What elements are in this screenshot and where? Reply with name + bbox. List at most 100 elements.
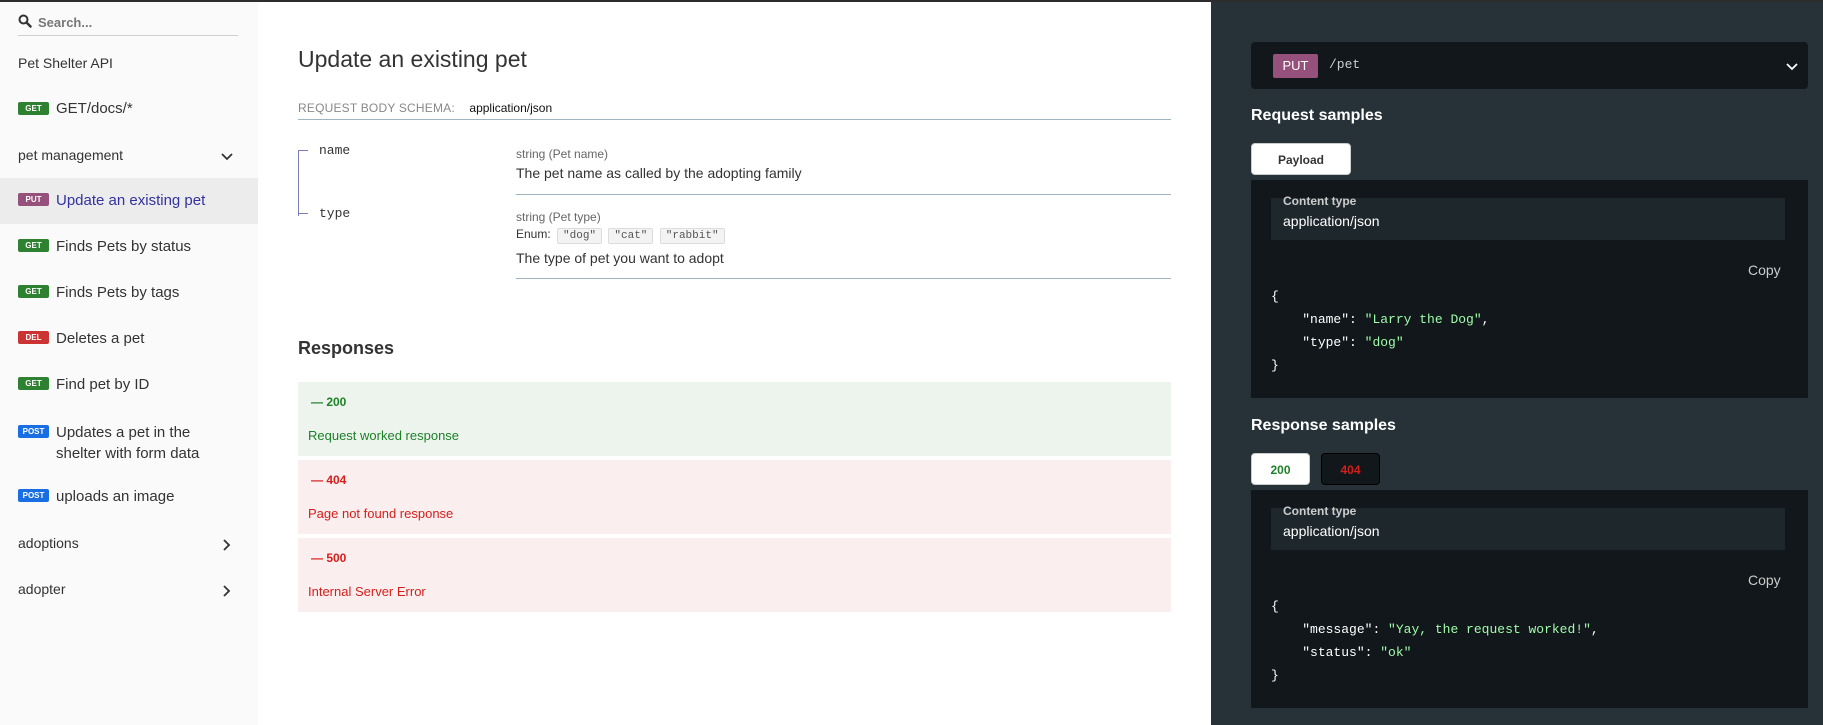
request-sample: Content type application/json Copy { "na… bbox=[1251, 180, 1808, 398]
content-type-label: Content type bbox=[1283, 504, 1357, 518]
get-badge: GET bbox=[18, 239, 49, 252]
property-description: The type of pet you want to adopt bbox=[516, 250, 724, 266]
property-type: string (Pet type) bbox=[516, 210, 601, 224]
sidebar-group-label: pet management bbox=[18, 147, 124, 163]
sidebar-item-label: Updates a pet in the bbox=[56, 424, 191, 441]
response-500[interactable]: — 500 Internal Server Error bbox=[298, 538, 1171, 612]
code-sample: { "name": "Larry the Dog", "type": "dog"… bbox=[1271, 285, 1489, 377]
operation-content: Update an existing pet REQUEST BODY SCHE… bbox=[258, 2, 1211, 725]
sidebar-item-find-by-id[interactable]: GET Find pet by ID bbox=[0, 362, 258, 408]
sidebar-item-delete-pet[interactable]: DEL Deletes a pet bbox=[0, 316, 258, 362]
sidebar-item-label: Find pet by ID bbox=[56, 376, 150, 393]
enum-value: "rabbit" bbox=[659, 228, 725, 244]
response-description: Request worked response bbox=[308, 428, 460, 443]
sidebar-group-pet-management[interactable]: pet management bbox=[0, 136, 258, 176]
json-open-brace: { bbox=[1271, 599, 1279, 614]
sidebar: Pet Shelter API GET GET/docs/* pet manag… bbox=[0, 2, 258, 725]
response-sample: Content type application/json Copy { "me… bbox=[1251, 490, 1808, 708]
response-code: — 404 bbox=[311, 473, 347, 487]
get-badge: GET bbox=[18, 102, 49, 115]
enum-label: Enum: bbox=[516, 227, 551, 241]
tab-200[interactable]: 200 bbox=[1251, 453, 1310, 485]
property-name: name bbox=[319, 143, 351, 158]
request-body-schema-header: REQUEST BODY SCHEMA: application/json bbox=[298, 99, 1171, 120]
sidebar-item-label: GET/docs/* bbox=[56, 100, 133, 117]
json-key: "name" bbox=[1302, 312, 1350, 327]
request-samples-title: Request samples bbox=[1251, 107, 1383, 124]
copy-button[interactable]: Copy bbox=[1748, 572, 1781, 588]
json-string: "Yay, the request worked!" bbox=[1388, 622, 1591, 637]
content-type-box: Content type application/json bbox=[1271, 504, 1785, 550]
property-tree-tick bbox=[298, 213, 308, 214]
enum-value: "cat" bbox=[608, 228, 654, 244]
sidebar-group-adopter[interactable]: adopter bbox=[0, 570, 258, 610]
tab-404[interactable]: 404 bbox=[1321, 453, 1380, 485]
response-200[interactable]: — 200 Request worked response bbox=[298, 382, 1171, 456]
response-code: — 200 bbox=[311, 395, 347, 409]
property-tree-line bbox=[298, 150, 299, 216]
sidebar-group-adoptions[interactable]: adoptions bbox=[0, 524, 258, 564]
property-tree-tick bbox=[298, 150, 308, 151]
sidebar-item-upload-image[interactable]: POST uploads an image bbox=[0, 474, 258, 520]
get-badge: GET bbox=[18, 377, 49, 390]
schema-type: application/json bbox=[469, 101, 553, 115]
post-badge: POST bbox=[18, 489, 49, 502]
enum-value: "dog" bbox=[557, 228, 603, 244]
chevron-down-icon bbox=[1786, 63, 1798, 71]
schema-label: REQUEST BODY SCHEMA: bbox=[298, 101, 455, 115]
json-string: "ok" bbox=[1380, 645, 1412, 660]
responses-title: Responses bbox=[298, 338, 395, 358]
sidebar-item-label: Deletes a pet bbox=[56, 330, 145, 347]
endpoint-path: /pet bbox=[1329, 57, 1361, 72]
sidebar-item-label: Update an existing pet bbox=[56, 192, 206, 209]
json-key: "status" bbox=[1302, 645, 1365, 660]
json-open-brace: { bbox=[1271, 289, 1279, 304]
content-type-label: Content type bbox=[1283, 194, 1357, 208]
response-description: Internal Server Error bbox=[308, 584, 426, 599]
search-box bbox=[18, 10, 238, 36]
endpoint-toggle[interactable]: PUT /pet bbox=[1251, 42, 1808, 89]
post-badge: POST bbox=[18, 425, 49, 438]
copy-button[interactable]: Copy bbox=[1748, 262, 1781, 278]
sidebar-item-label-line2: shelter with form data bbox=[56, 445, 200, 462]
sidebar-item-update-pet[interactable]: PUT Update an existing pet bbox=[0, 178, 258, 224]
sidebar-item-update-form[interactable]: POST Updates a pet in the shelter with f… bbox=[0, 410, 258, 466]
content-type-box: Content type application/json bbox=[1271, 194, 1785, 240]
delete-badge: DEL bbox=[18, 331, 49, 344]
put-badge: PUT bbox=[18, 193, 49, 206]
samples-panel: PUT /pet Request samples Payload Content… bbox=[1211, 2, 1823, 725]
property-description: The pet name as called by the adopting f… bbox=[516, 165, 802, 181]
chevron-right-icon bbox=[223, 539, 231, 551]
get-badge: GET bbox=[18, 285, 49, 298]
sidebar-group-label: adoptions bbox=[18, 535, 79, 551]
search-icon bbox=[18, 14, 32, 28]
code-sample: { "message": "Yay, the request worked!",… bbox=[1271, 595, 1599, 687]
response-code: — 500 bbox=[311, 551, 347, 565]
page-title: Update an existing pet bbox=[298, 46, 527, 72]
json-close-brace: } bbox=[1271, 358, 1279, 373]
sidebar-item-find-by-status[interactable]: GET Finds Pets by status bbox=[0, 224, 258, 270]
property-name: type bbox=[319, 206, 351, 221]
http-method-badge: PUT bbox=[1273, 54, 1318, 78]
sidebar-group-label: adopter bbox=[18, 581, 66, 597]
content-type-value: application/json bbox=[1283, 213, 1380, 229]
chevron-down-icon bbox=[221, 153, 233, 161]
content-type-value: application/json bbox=[1283, 523, 1380, 539]
sidebar-item-label: uploads an image bbox=[56, 488, 175, 505]
property-divider bbox=[516, 194, 1171, 195]
sidebar-item-label: Finds Pets by tags bbox=[56, 284, 180, 301]
tab-payload[interactable]: Payload bbox=[1251, 143, 1351, 175]
property-type: string (Pet name) bbox=[516, 147, 609, 161]
chevron-right-icon bbox=[223, 585, 231, 597]
json-key: "type" bbox=[1302, 335, 1350, 350]
json-string: "Larry the Dog" bbox=[1364, 312, 1482, 327]
sidebar-item-get-docs[interactable]: GET GET/docs/* bbox=[0, 86, 258, 132]
json-key: "message" bbox=[1302, 622, 1373, 637]
response-description: Page not found response bbox=[308, 506, 454, 521]
response-samples-title: Response samples bbox=[1251, 417, 1396, 434]
sidebar-item-find-by-tags[interactable]: GET Finds Pets by tags bbox=[0, 270, 258, 316]
api-title[interactable]: Pet Shelter API bbox=[18, 55, 113, 71]
sidebar-item-label: Finds Pets by status bbox=[56, 238, 192, 255]
search-input[interactable] bbox=[38, 12, 233, 32]
response-404[interactable]: — 404 Page not found response bbox=[298, 460, 1171, 534]
